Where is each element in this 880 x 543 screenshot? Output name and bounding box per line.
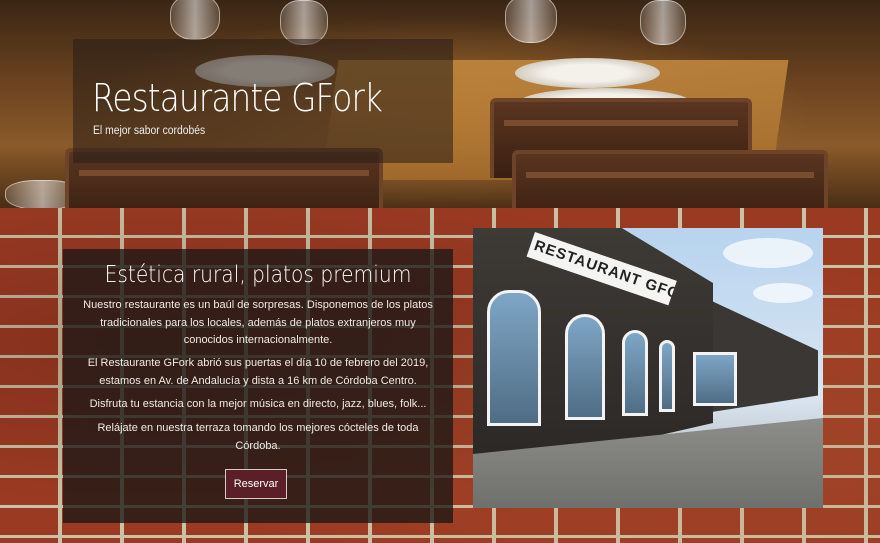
info-title: Estética rural, platos premium — [104, 262, 412, 288]
window-image — [622, 330, 648, 416]
window-image — [487, 290, 541, 426]
info-paragraph: Disfruta tu estancia con la mejor música… — [89, 398, 427, 410]
cloud-image — [723, 238, 813, 268]
restaurant-building-photo: RESTAURANT GFORK — [473, 228, 823, 508]
info-paragraph: El Restaurante GFork abrió sus puertas e… — [87, 357, 429, 387]
window-image — [693, 352, 737, 406]
info-paragraph: Relájate en nuestra terraza tomando los … — [97, 422, 419, 452]
glass-image — [505, 0, 557, 43]
hero-title: Restaurante GFork — [92, 76, 383, 120]
hero-subtitle: El mejor sabor cordobés — [93, 125, 206, 137]
glass-image — [640, 0, 686, 45]
window-image — [565, 314, 605, 420]
cloud-image — [753, 283, 813, 303]
reserve-button[interactable]: Reservar — [225, 469, 287, 499]
info-paragraph: Nuestro restaurante es un baúl de sorpre… — [83, 299, 433, 346]
glass-image — [170, 0, 220, 40]
plate-image — [515, 58, 660, 88]
window-image — [659, 340, 675, 412]
chair-image — [512, 150, 828, 208]
